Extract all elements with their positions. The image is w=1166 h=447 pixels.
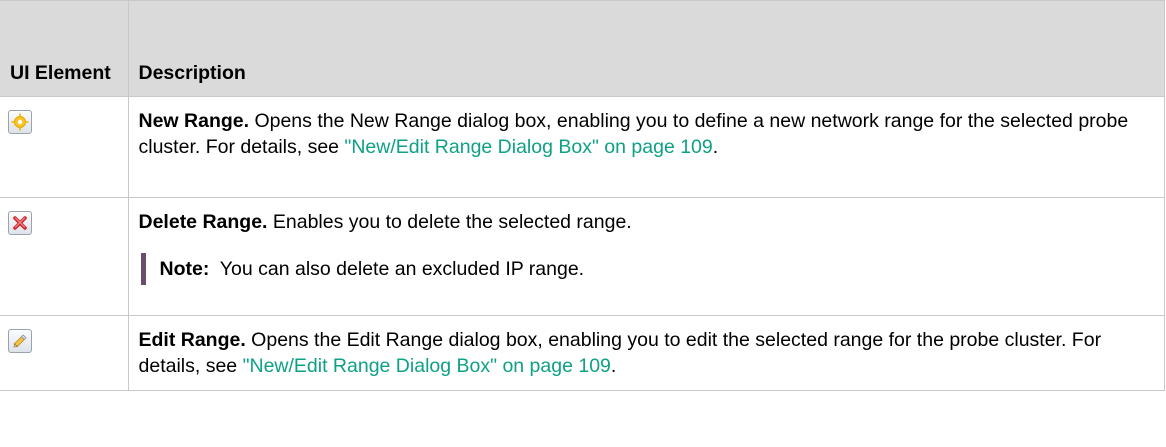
table-row: Edit Range. Opens the Edit Range dialog … [0, 315, 1165, 391]
icon-cell [0, 197, 129, 316]
row-end: . [712, 136, 719, 158]
row-title: Edit Range. [138, 329, 246, 351]
table-row: Delete Range. Enables you to delete the … [0, 197, 1165, 316]
table-row: New Range. Opens the New Range dialog bo… [0, 96, 1165, 198]
link-new-edit-range[interactable]: "New/Edit Range Dialog Box" on page 109 [344, 136, 712, 158]
description-cell: New Range. Opens the New Range dialog bo… [127, 96, 1165, 198]
note-text: You can also delete an excluded IP range… [209, 258, 585, 280]
header-description: Description [127, 0, 1165, 97]
delete-x-icon[interactable] [8, 211, 32, 235]
row-end: . [610, 355, 617, 377]
note-label: Note: [159, 258, 210, 280]
row-title: Delete Range. [138, 211, 268, 233]
header-ui-element: UI Element [0, 0, 129, 97]
link-new-edit-range[interactable]: "New/Edit Range Dialog Box" on page 109 [243, 355, 611, 377]
note-block: Note: You can also delete an excluded IP… [140, 253, 1146, 285]
row-title: New Range. [138, 110, 250, 132]
description-cell: Delete Range. Enables you to delete the … [127, 197, 1165, 316]
row-text: Enables you to delete the selected range… [267, 211, 632, 233]
edit-pencil-icon[interactable] [8, 329, 32, 353]
description-cell: Edit Range. Opens the Edit Range dialog … [127, 315, 1165, 391]
ui-elements-table: UI Element Description New Range. Opens [0, 0, 1165, 391]
table-header-row: UI Element Description [0, 0, 1165, 97]
icon-cell [0, 96, 129, 198]
icon-cell [0, 315, 129, 391]
new-sparkle-icon[interactable] [8, 110, 32, 134]
